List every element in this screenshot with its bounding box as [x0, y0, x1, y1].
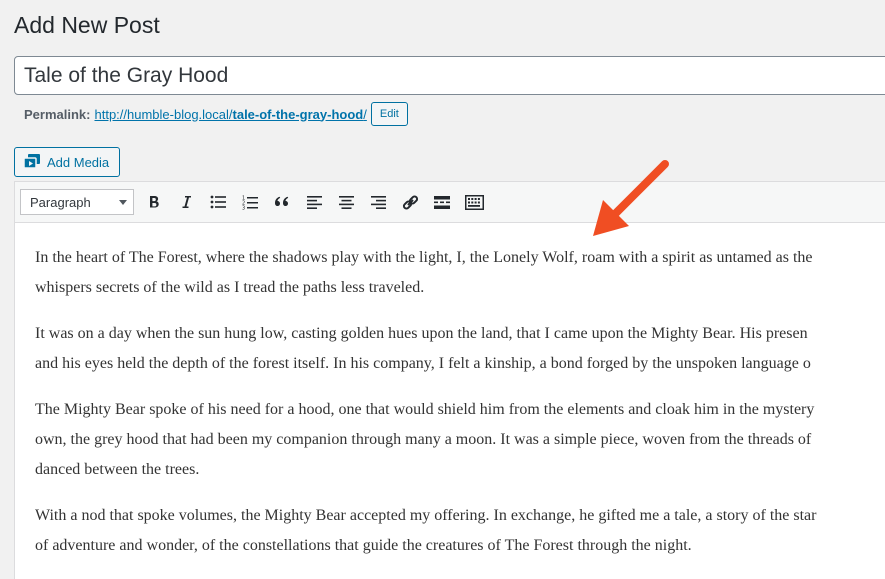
- text-line: With a nod that spoke volumes, the Might…: [35, 507, 817, 524]
- page-title: Add New Post: [14, 12, 160, 38]
- media-icon: [23, 153, 41, 172]
- toolbar-toggle-button[interactable]: [458, 187, 490, 217]
- format-select[interactable]: Paragraph: [20, 189, 134, 215]
- text-line: own, the grey hood that had been my comp…: [35, 431, 812, 448]
- bold-button[interactable]: [138, 187, 170, 217]
- post-title-input[interactable]: Tale of the Gray Hood: [14, 56, 885, 95]
- align-center-icon: [338, 195, 354, 209]
- add-media-button[interactable]: Add Media: [14, 147, 121, 177]
- toolbar-toggle-icon: [464, 194, 484, 210]
- align-left-icon: [306, 195, 322, 209]
- read-more-button[interactable]: [426, 187, 458, 217]
- text-line: It was on a day when the sun hung low, c…: [35, 325, 808, 342]
- add-media-label: Add Media: [47, 154, 110, 170]
- text-line: of adventure and wonder, of the constell…: [35, 537, 692, 554]
- numbered-list-button[interactable]: 123: [234, 187, 266, 217]
- align-center-button[interactable]: [330, 187, 362, 217]
- blockquote-button[interactable]: [266, 187, 298, 217]
- text-line: The Mighty Bear spoke of his need for a …: [35, 401, 815, 418]
- editor-toolbar: Paragraph 123: [15, 182, 885, 223]
- permalink-label: Permalink:: [24, 106, 91, 122]
- numbered-list-icon: 123: [242, 195, 258, 210]
- blockquote-icon: [275, 196, 289, 206]
- read-more-icon: [434, 195, 450, 209]
- text-line: In the heart of The Forest, where the sh…: [35, 249, 813, 266]
- permalink-trail: /: [363, 106, 367, 122]
- link-button[interactable]: [394, 187, 426, 217]
- content-editor: Paragraph 123 In the heart of The Forest…: [14, 181, 885, 579]
- text-line: danced between the trees.: [35, 461, 200, 478]
- arrow-icon: [593, 160, 669, 236]
- format-select-value: Paragraph: [30, 194, 91, 210]
- align-right-button[interactable]: [362, 187, 394, 217]
- bulleted-list-button[interactable]: [202, 187, 234, 217]
- align-left-button[interactable]: [298, 187, 330, 217]
- italic-button[interactable]: [170, 187, 202, 217]
- permalink-link[interactable]: http://humble-blog.local/tale-of-the-gra…: [94, 107, 366, 122]
- permalink-slug: tale-of-the-gray-hood: [232, 106, 364, 122]
- bulleted-list-icon: [210, 195, 226, 209]
- permalink-base: http://humble-blog.local/: [94, 106, 233, 122]
- align-right-icon: [370, 195, 386, 209]
- bold-icon: [150, 196, 159, 208]
- paragraph-4: With a nod that spoke volumes, the Might…: [35, 501, 885, 561]
- editor-content[interactable]: In the heart of The Forest, where the sh…: [15, 223, 885, 561]
- link-icon: [402, 194, 418, 210]
- paragraph-2: It was on a day when the sun hung low, c…: [35, 319, 885, 379]
- paragraph-3: The Mighty Bear spoke of his need for a …: [35, 395, 885, 485]
- chevron-down-icon: [119, 199, 127, 205]
- text-line: and his eyes held the depth of the fores…: [35, 355, 811, 372]
- paragraph-1: In the heart of The Forest, where the sh…: [35, 243, 885, 303]
- svg-text:3: 3: [242, 205, 245, 210]
- italic-icon: [182, 196, 191, 208]
- text-line: whispers secrets of the wild as I tread …: [35, 279, 425, 296]
- permalink-row: Permalink: http://humble-blog.local/tale…: [24, 102, 408, 126]
- permalink-edit-button[interactable]: Edit: [370, 102, 408, 126]
- post-title-value: Tale of the Gray Hood: [24, 63, 229, 87]
